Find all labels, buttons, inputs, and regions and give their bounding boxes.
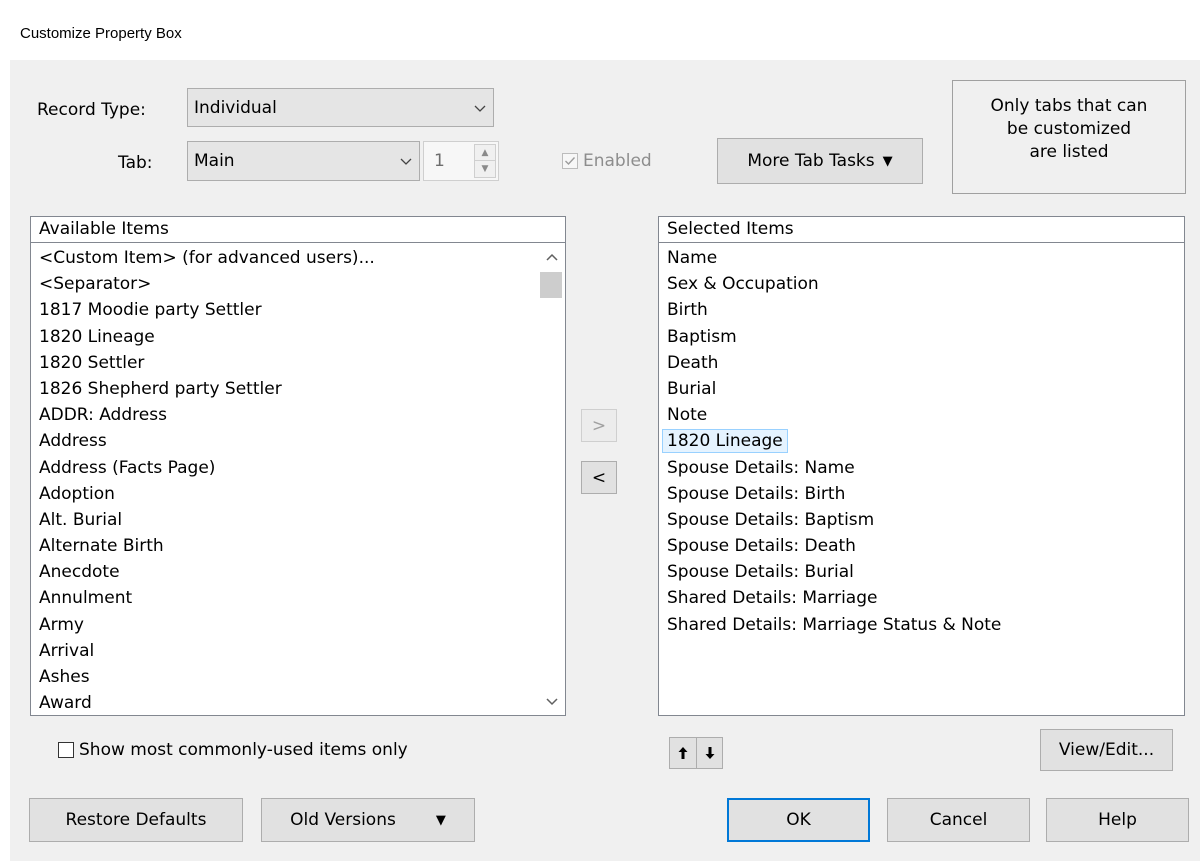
selected-items: Name Sex & Occupation Birth Baptism Death Bur… bbox=[659, 245, 1184, 715]
selected-list-item-highlight: 1820 Lineage bbox=[662, 429, 788, 454]
available-items-list[interactable]: Available Items <Custom Item> (for advan… bbox=[30, 216, 566, 716]
help-label: Help bbox=[1098, 810, 1137, 830]
selected-list-item[interactable]: Birth bbox=[659, 297, 1184, 323]
remove-item-button[interactable]: < bbox=[581, 461, 617, 494]
scrollbar-thumb[interactable] bbox=[540, 272, 562, 298]
selected-list-item[interactable]: Spouse Details: Name bbox=[659, 455, 1184, 481]
view-edit-label: View/Edit... bbox=[1058, 740, 1155, 760]
available-list-item[interactable]: Address (Facts Page) bbox=[31, 455, 565, 481]
move-up-icon[interactable] bbox=[670, 738, 696, 768]
available-list-item[interactable]: Anecdote bbox=[31, 559, 565, 585]
selected-list-item[interactable]: 1820 Lineage bbox=[659, 428, 1184, 454]
chevron-down-icon bbox=[474, 105, 486, 112]
selected-list-item[interactable]: Shared Details: Marriage bbox=[659, 585, 1184, 611]
available-list-item[interactable]: Army bbox=[31, 612, 565, 638]
checkbox-box bbox=[58, 742, 74, 758]
available-list-item[interactable]: <Custom Item> (for advanced users)... bbox=[31, 245, 565, 271]
selected-list-item[interactable]: Note bbox=[659, 402, 1184, 428]
ok-label: OK bbox=[786, 810, 811, 830]
tab-dropdown[interactable]: Main bbox=[187, 141, 420, 181]
available-scrollbar[interactable] bbox=[538, 244, 565, 715]
selected-list-item[interactable]: Sex & Occupation bbox=[659, 271, 1184, 297]
scroll-down-icon[interactable] bbox=[538, 691, 565, 713]
restore-defaults-button[interactable]: Restore Defaults bbox=[29, 798, 243, 842]
available-list-item[interactable]: Adoption bbox=[31, 481, 565, 507]
available-list-item[interactable]: Alt. Burial bbox=[31, 507, 565, 533]
more-tab-tasks-label: More Tab Tasks bbox=[747, 151, 875, 171]
selected-items-header: Selected Items bbox=[659, 217, 1184, 243]
dialog-titlebar: Customize Property Box bbox=[0, 0, 1200, 60]
tab-value: Main bbox=[194, 151, 235, 171]
available-list-item[interactable]: 1820 Settler bbox=[31, 350, 565, 376]
note-line-1: Only tabs that can bbox=[990, 96, 1148, 116]
tab-number-value: 1 bbox=[434, 151, 445, 171]
add-arrow: > bbox=[591, 415, 607, 436]
reorder-buttons bbox=[669, 737, 723, 769]
dialog-title: Customize Property Box bbox=[20, 25, 182, 42]
selected-list-item[interactable]: Burial bbox=[659, 376, 1184, 402]
move-down-icon[interactable] bbox=[696, 738, 722, 768]
record-type-label: Record Type: bbox=[37, 100, 146, 120]
scroll-up-icon[interactable] bbox=[538, 246, 565, 268]
selected-list-item[interactable]: Spouse Details: Burial bbox=[659, 559, 1184, 585]
available-list-item[interactable]: 1817 Moodie party Settler bbox=[31, 297, 565, 323]
remove-arrow: < bbox=[591, 467, 607, 488]
old-versions-label: Old Versions bbox=[290, 810, 396, 830]
old-versions-button[interactable]: Old Versions ▼ bbox=[261, 798, 475, 842]
tab-number-spinner[interactable]: 1 ▲ ▼ bbox=[423, 141, 499, 181]
note-line-3: are listed bbox=[1029, 142, 1109, 162]
available-list-item[interactable]: 1820 Lineage bbox=[31, 324, 565, 350]
available-list-item[interactable]: Ashes bbox=[31, 664, 565, 690]
available-items: <Custom Item> (for advanced users)... <Se… bbox=[31, 245, 565, 715]
customizable-tabs-note: Only tabs that can be customized are lis… bbox=[952, 80, 1186, 194]
common-items-checkbox[interactable]: Show most commonly-used items only bbox=[58, 740, 408, 760]
record-type-value: Individual bbox=[194, 97, 277, 118]
selected-list-item[interactable]: Baptism bbox=[659, 324, 1184, 350]
cancel-label: Cancel bbox=[929, 810, 988, 830]
available-list-item[interactable]: 1826 Shepherd party Settler bbox=[31, 376, 565, 402]
cancel-button[interactable]: Cancel bbox=[887, 798, 1030, 842]
enabled-checkbox[interactable]: Enabled bbox=[562, 151, 652, 171]
selected-list-item[interactable]: Name bbox=[659, 245, 1184, 271]
help-button[interactable]: Help bbox=[1046, 798, 1189, 842]
restore-defaults-label: Restore Defaults bbox=[65, 810, 207, 830]
selected-list-item[interactable]: Shared Details: Marriage Status & Note bbox=[659, 612, 1184, 638]
view-edit-button[interactable]: View/Edit... bbox=[1040, 729, 1173, 771]
dialog-body: Record Type: Individual Tab: Main 1 ▲ ▼ … bbox=[10, 60, 1200, 861]
common-items-label: Show most commonly-used items only bbox=[79, 740, 408, 760]
add-item-button[interactable]: > bbox=[581, 409, 617, 442]
selected-list-item[interactable]: Spouse Details: Death bbox=[659, 533, 1184, 559]
checkmark-icon bbox=[562, 153, 578, 169]
spinner-buttons: ▲ ▼ bbox=[474, 144, 496, 178]
ok-button[interactable]: OK bbox=[727, 798, 870, 842]
record-type-dropdown[interactable]: Individual bbox=[187, 88, 494, 127]
caret-down-icon: ▼ bbox=[435, 812, 446, 828]
tab-label: Tab: bbox=[118, 153, 153, 173]
more-tab-tasks-button[interactable]: More Tab Tasks ▼ bbox=[717, 138, 923, 184]
available-list-item[interactable]: <Separator> bbox=[31, 271, 565, 297]
available-list-item[interactable]: Address bbox=[31, 428, 565, 454]
caret-down-icon: ▼ bbox=[882, 153, 893, 169]
available-list-item[interactable]: Alternate Birth bbox=[31, 533, 565, 559]
available-list-item[interactable]: Award bbox=[31, 690, 565, 715]
spinner-down-icon[interactable]: ▼ bbox=[475, 161, 495, 177]
available-list-item[interactable]: Arrival bbox=[31, 638, 565, 664]
chevron-down-icon bbox=[400, 158, 412, 165]
enabled-label: Enabled bbox=[583, 151, 652, 171]
selected-list-item[interactable]: Spouse Details: Birth bbox=[659, 481, 1184, 507]
selected-list-item[interactable]: Spouse Details: Baptism bbox=[659, 507, 1184, 533]
available-items-header: Available Items bbox=[31, 217, 565, 243]
selected-list-item[interactable]: Death bbox=[659, 350, 1184, 376]
note-line-2: be customized bbox=[1006, 119, 1132, 139]
available-list-item[interactable]: Annulment bbox=[31, 585, 565, 611]
selected-items-list[interactable]: Selected Items Name Sex & Occupation Birth… bbox=[658, 216, 1185, 716]
spinner-up-icon[interactable]: ▲ bbox=[475, 145, 495, 161]
available-list-item[interactable]: ADDR: Address bbox=[31, 402, 565, 428]
